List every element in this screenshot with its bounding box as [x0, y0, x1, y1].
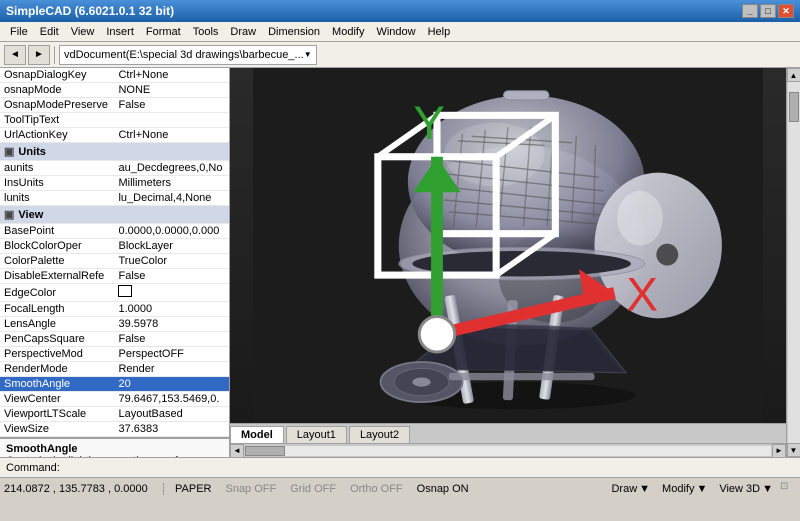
viewport-row: X Y Model Layout1 Layout2 ◄: [230, 68, 800, 457]
prop-row-lunits[interactable]: lunitslu_Decimal,4,None: [0, 191, 229, 206]
v-scroll-down[interactable]: ▼: [787, 443, 800, 457]
prop-row-tooltiptext[interactable]: ToolTipText: [0, 113, 229, 128]
toolbar: ◄ ► vdDocument(E:\special 3d drawings\ba…: [0, 42, 800, 68]
properties-table: OsnapDialogKeyCtrl+NoneosnapModeNONEOsna…: [0, 68, 229, 437]
ortho-button[interactable]: Ortho OFF: [343, 481, 410, 497]
toolbar-sep1: [54, 46, 55, 64]
prop-row-blockcoloroper[interactable]: BlockColorOperBlockLayer: [0, 239, 229, 254]
viewport-panel: X Y Model Layout1 Layout2 ◄: [230, 68, 786, 457]
prop-row-basepoint[interactable]: BasePoint0.0000,0.0000,0.000: [0, 224, 229, 239]
edge-color-box: [118, 285, 132, 297]
tab-layout1[interactable]: Layout1: [286, 426, 347, 443]
menu-help[interactable]: Help: [422, 25, 457, 39]
modify-dropdown-arrow: ▼: [696, 483, 707, 495]
h-scroll-right[interactable]: ►: [772, 444, 786, 458]
prop-row-viewportltscale[interactable]: ViewportLTScaleLayoutBased: [0, 407, 229, 422]
prop-row-osnapdialogkey[interactable]: OsnapDialogKeyCtrl+None: [0, 68, 229, 83]
v-scrollbar: ▲ ▼: [786, 68, 800, 457]
prop-row-smoothangle[interactable]: SmoothAngle20: [0, 377, 229, 392]
view3d-dropdown[interactable]: View 3D ▼: [714, 481, 778, 497]
prop-row-urlactionkey[interactable]: UrlActionKeyCtrl+None: [0, 128, 229, 143]
resize-grip[interactable]: ⊡: [780, 481, 796, 497]
menu-bar: File Edit View Insert Format Tools Draw …: [0, 22, 800, 42]
document-dropdown[interactable]: vdDocument(E:\special 3d drawings\barbec…: [59, 45, 317, 65]
menu-window[interactable]: Window: [370, 25, 421, 39]
prop-section-view: ▣View: [0, 206, 229, 224]
command-input[interactable]: [64, 462, 67, 474]
main-area: OsnapDialogKeyCtrl+NoneosnapModeNONEOsna…: [0, 68, 800, 457]
app-title: SimpleCAD (6.6021.0.1 32 bit): [6, 4, 174, 18]
snap-button[interactable]: Snap OFF: [218, 481, 283, 497]
h-scroll-left[interactable]: ◄: [230, 444, 244, 458]
status-right-group: Draw ▼ Modify ▼ View 3D ▼ ⊡: [606, 481, 796, 497]
status-bar: 214.0872 , 135.7783 , 0.0000 PAPER Snap …: [0, 477, 800, 499]
h-scrollbar: ◄ ►: [230, 443, 786, 457]
properties-panel: OsnapDialogKeyCtrl+NoneosnapModeNONEOsna…: [0, 68, 230, 457]
prop-row-colorpalette[interactable]: ColorPaletteTrueColor: [0, 254, 229, 269]
prop-row-focallength[interactable]: FocalLength1.0000: [0, 302, 229, 317]
osnap-button[interactable]: Osnap ON: [410, 481, 476, 497]
tab-layout2[interactable]: Layout2: [349, 426, 410, 443]
minimize-button[interactable]: _: [742, 4, 758, 18]
svg-text:Y: Y: [413, 97, 445, 150]
prop-row-viewsize[interactable]: ViewSize37.6383: [0, 422, 229, 437]
window-controls: _ □ ✕: [742, 4, 794, 18]
svg-text:X: X: [626, 269, 658, 322]
menu-insert[interactable]: Insert: [100, 25, 140, 39]
menu-modify[interactable]: Modify: [326, 25, 370, 39]
prop-row-disableexternalrefe[interactable]: DisableExternalRefeFalse: [0, 269, 229, 284]
prop-row-rendermode[interactable]: RenderModeRender: [0, 362, 229, 377]
dropdown-arrow-icon: ▼: [304, 50, 312, 59]
command-label: Command:: [6, 462, 60, 474]
maximize-button[interactable]: □: [760, 4, 776, 18]
toolbar-fwd-btn[interactable]: ►: [28, 45, 50, 65]
prop-row-edgecolor[interactable]: EdgeColor: [0, 284, 229, 302]
h-scroll-thumb[interactable]: [245, 446, 285, 456]
prop-row-viewcenter[interactable]: ViewCenter79.6467,153.5469,0.: [0, 392, 229, 407]
viewport-content: X Y: [230, 68, 786, 423]
paper-button[interactable]: PAPER: [168, 481, 218, 497]
grid-button[interactable]: Grid OFF: [283, 481, 343, 497]
viewport[interactable]: X Y: [230, 68, 786, 423]
command-area: Command:: [0, 457, 800, 477]
v-scroll-up[interactable]: ▲: [787, 68, 800, 82]
menu-dimension[interactable]: Dimension: [262, 25, 326, 39]
draw-dropdown[interactable]: Draw ▼: [606, 481, 655, 497]
prop-row-pencapssquare[interactable]: PenCapsSquareFalse: [0, 332, 229, 347]
coordinates-display: 214.0872 , 135.7783 , 0.0000: [4, 483, 164, 495]
right-area: X Y Model Layout1 Layout2 ◄: [230, 68, 800, 457]
ucs-icon: X Y: [230, 68, 786, 423]
prop-row-aunits[interactable]: aunitsau_Decdegrees,0,No: [0, 161, 229, 176]
selected-prop-name: SmoothAngle: [6, 443, 223, 455]
tab-model[interactable]: Model: [230, 426, 284, 443]
menu-tools[interactable]: Tools: [187, 25, 225, 39]
prop-row-insunits[interactable]: InsUnitsMillimeters: [0, 176, 229, 191]
prop-row-osnapmodepreserve[interactable]: OsnapModePreserveFalse: [0, 98, 229, 113]
menu-edit[interactable]: Edit: [34, 25, 65, 39]
close-button[interactable]: ✕: [778, 4, 794, 18]
menu-format[interactable]: Format: [140, 25, 187, 39]
h-scroll-track[interactable]: [245, 446, 771, 456]
prop-row-lensangle[interactable]: LensAngle39.5978: [0, 317, 229, 332]
view3d-dropdown-arrow: ▼: [762, 483, 773, 495]
prop-row-perspectivemod[interactable]: PerspectiveModPerspectOFF: [0, 347, 229, 362]
tab-bar: Model Layout1 Layout2: [230, 423, 786, 443]
selected-prop-desc: Controls the lighting smoothness of poly…: [6, 455, 223, 457]
v-scroll-thumb[interactable]: [789, 92, 799, 122]
menu-draw[interactable]: Draw: [224, 25, 262, 39]
draw-dropdown-arrow: ▼: [639, 483, 650, 495]
toolbar-back-btn[interactable]: ◄: [4, 45, 26, 65]
prop-section-units: ▣Units: [0, 143, 229, 161]
menu-file[interactable]: File: [4, 25, 34, 39]
menu-view[interactable]: View: [65, 25, 101, 39]
prop-row-osnapmode[interactable]: osnapModeNONE: [0, 83, 229, 98]
v-scroll-track[interactable]: [788, 82, 800, 443]
title-bar: SimpleCAD (6.6021.0.1 32 bit) _ □ ✕: [0, 0, 800, 22]
modify-dropdown[interactable]: Modify ▼: [657, 481, 712, 497]
property-description: SmoothAngle Controls the lighting smooth…: [0, 437, 229, 457]
